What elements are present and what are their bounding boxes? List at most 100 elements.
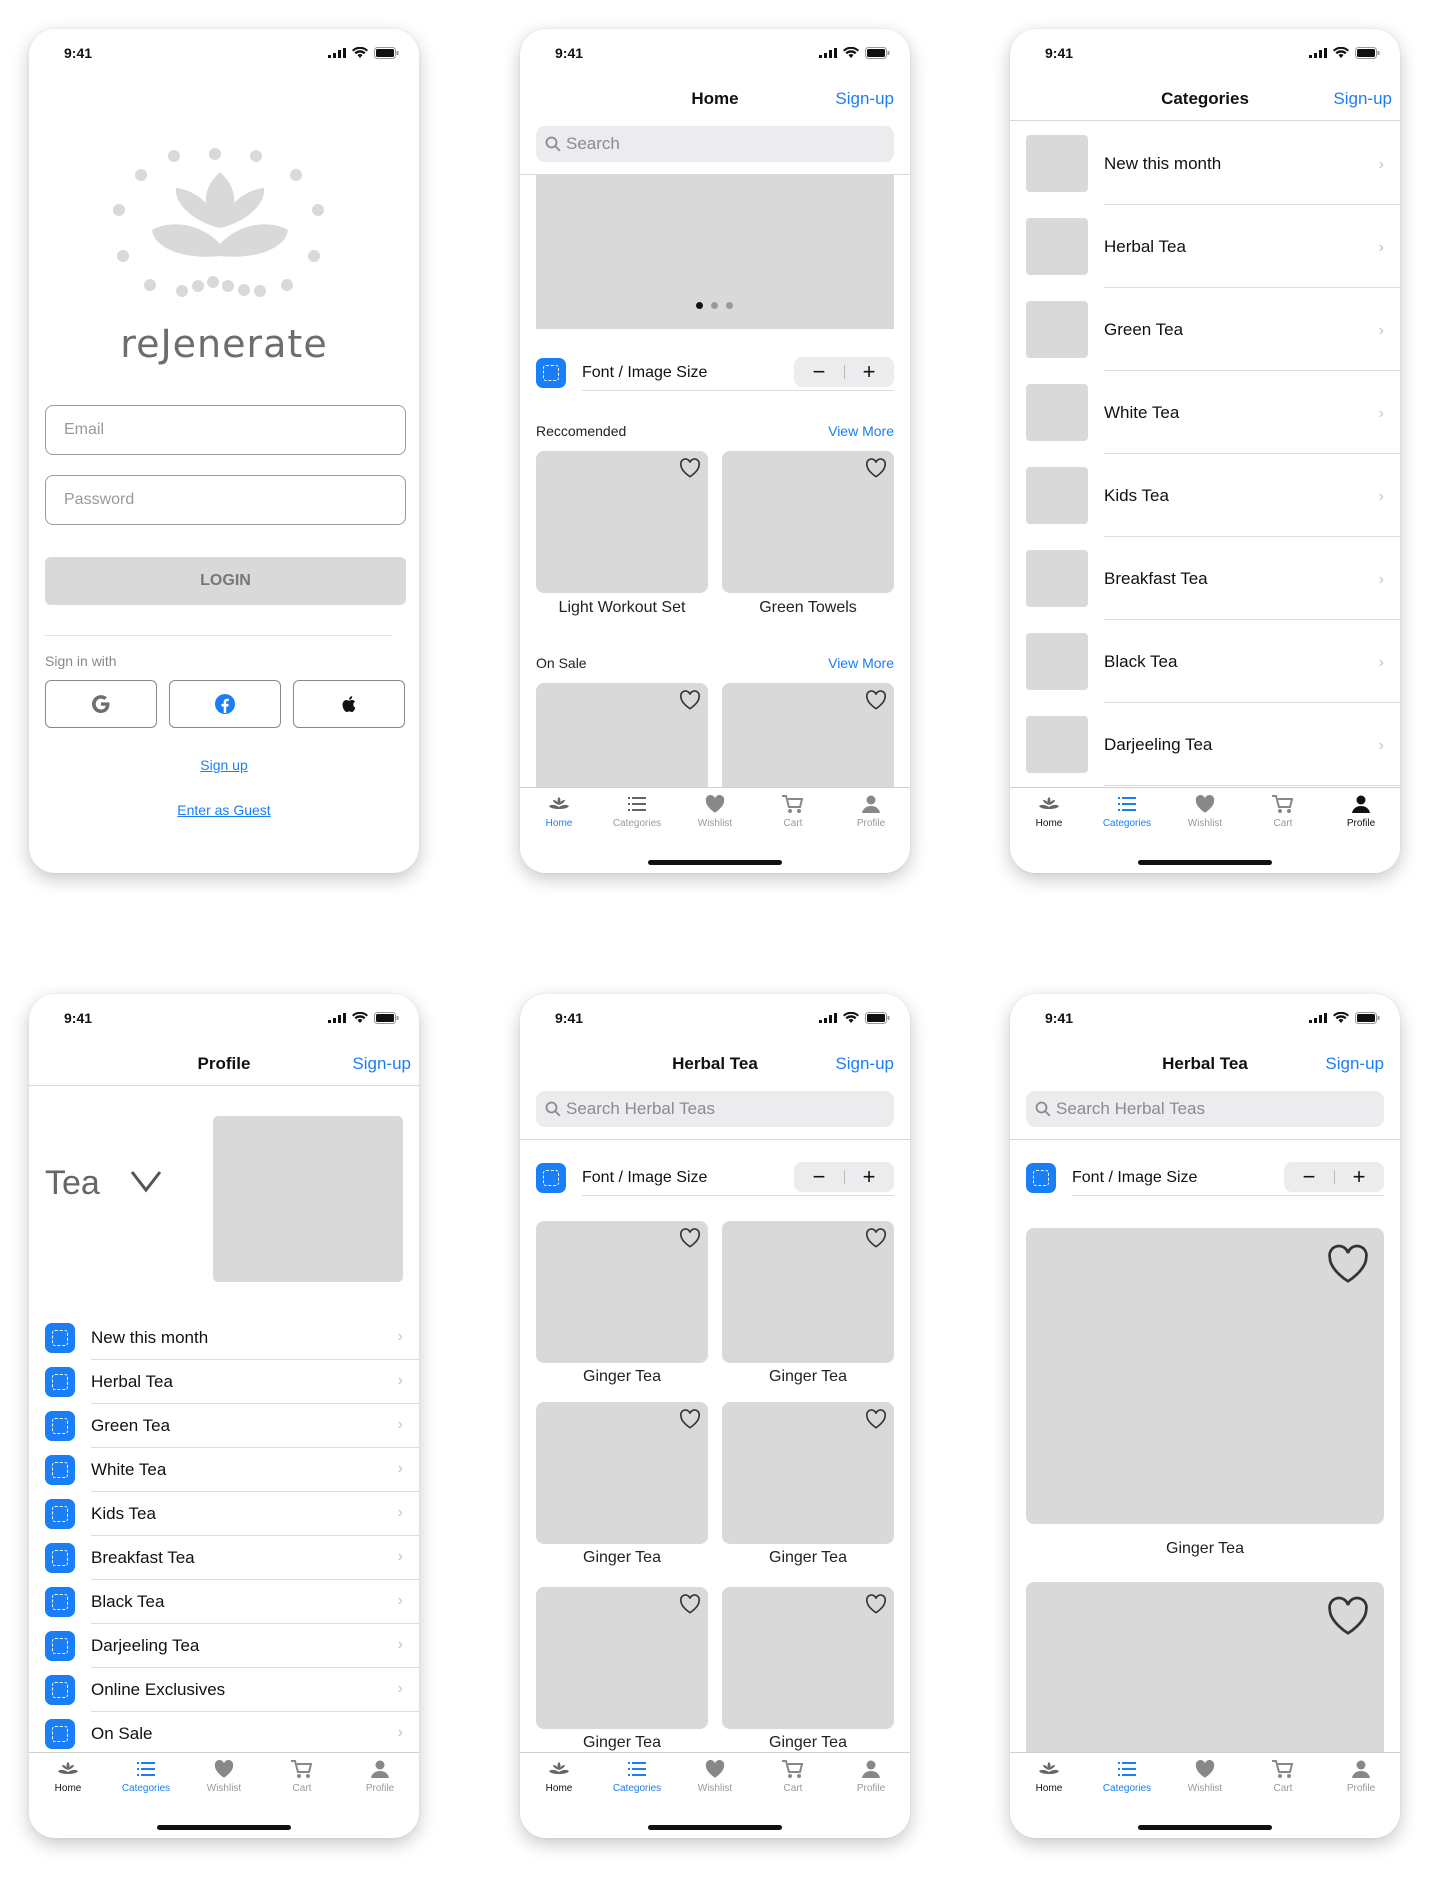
guest-link[interactable]: Enter as Guest xyxy=(29,802,419,818)
tab-home[interactable]: Home xyxy=(1010,794,1088,829)
tab-wishlist[interactable]: Wishlist xyxy=(676,1759,754,1794)
tab-profile[interactable]: Profile xyxy=(341,1759,419,1794)
heart-icon[interactable] xyxy=(679,1594,701,1614)
category-selector-label[interactable]: Tea xyxy=(45,1164,100,1203)
heart-icon[interactable] xyxy=(679,1409,701,1429)
profile-list-item[interactable]: Herbal Tea › xyxy=(29,1360,419,1404)
signup-button[interactable]: Sign-up xyxy=(1333,89,1392,109)
category-row[interactable]: White Tea › xyxy=(1010,371,1400,454)
heart-icon[interactable] xyxy=(865,690,887,710)
tab-profile[interactable]: Profile xyxy=(1322,1759,1400,1794)
category-row[interactable]: Herbal Tea › xyxy=(1010,205,1400,288)
product-card[interactable] xyxy=(536,1402,708,1544)
banner-carousel[interactable] xyxy=(536,174,894,329)
tab-profile[interactable]: Profile xyxy=(1322,794,1400,829)
search-input[interactable]: Search Herbal Teas xyxy=(1026,1091,1384,1127)
heart-icon[interactable] xyxy=(865,1594,887,1614)
tab-cart[interactable]: Cart xyxy=(1244,1759,1322,1794)
product-card-large[interactable] xyxy=(1026,1228,1384,1524)
item-icon xyxy=(45,1719,75,1749)
product-card[interactable] xyxy=(722,1402,894,1544)
category-row[interactable]: New this month › xyxy=(1010,122,1400,205)
google-signin-button[interactable] xyxy=(45,680,157,728)
on-sale-view-more[interactable]: View More xyxy=(828,655,894,671)
tab-home[interactable]: Home xyxy=(1010,1759,1088,1794)
heart-icon[interactable] xyxy=(679,690,701,710)
tab-categories[interactable]: Categories xyxy=(1088,794,1166,829)
signup-button[interactable]: Sign-up xyxy=(835,1054,894,1074)
increase-button[interactable]: + xyxy=(844,359,894,385)
increase-button[interactable]: + xyxy=(844,1164,894,1190)
heart-icon[interactable] xyxy=(865,1228,887,1248)
tab-wishlist[interactable]: Wishlist xyxy=(676,794,754,829)
email-field[interactable]: Email xyxy=(45,405,406,455)
category-row[interactable]: Black Tea › xyxy=(1010,620,1400,703)
tab-wishlist[interactable]: Wishlist xyxy=(185,1759,263,1794)
tab-home[interactable]: Home xyxy=(29,1759,107,1794)
heart-icon[interactable] xyxy=(865,458,887,478)
category-row[interactable]: Breakfast Tea › xyxy=(1010,537,1400,620)
decrease-button[interactable]: − xyxy=(794,359,844,385)
login-button[interactable]: LOGIN xyxy=(45,557,406,605)
recommended-view-more[interactable]: View More xyxy=(828,423,894,439)
heart-icon[interactable] xyxy=(1326,1596,1370,1636)
signup-button[interactable]: Sign-up xyxy=(1325,1054,1384,1074)
tab-profile[interactable]: Profile xyxy=(832,794,910,829)
product-card[interactable] xyxy=(722,683,894,793)
tab-categories[interactable]: Categories xyxy=(107,1759,185,1794)
tab-cart[interactable]: Cart xyxy=(1244,794,1322,829)
carousel-dot[interactable] xyxy=(711,302,718,309)
heart-icon[interactable] xyxy=(1326,1244,1370,1284)
category-row[interactable]: Green Tea › xyxy=(1010,288,1400,371)
increase-button[interactable]: + xyxy=(1334,1164,1384,1190)
category-row[interactable]: Darjeeling Tea › xyxy=(1010,703,1400,786)
tab-home[interactable]: Home xyxy=(520,794,598,829)
product-card[interactable] xyxy=(722,1221,894,1363)
decrease-button[interactable]: − xyxy=(794,1164,844,1190)
tab-cart[interactable]: Cart xyxy=(263,1759,341,1794)
signup-button[interactable]: Sign-up xyxy=(352,1054,411,1074)
heart-icon[interactable] xyxy=(679,1228,701,1248)
profile-list-item[interactable]: White Tea › xyxy=(29,1448,419,1492)
chevron-down-icon[interactable] xyxy=(129,1168,163,1194)
carousel-dot-active[interactable] xyxy=(696,302,703,309)
profile-list-item[interactable]: Green Tea › xyxy=(29,1404,419,1448)
tab-categories[interactable]: Categories xyxy=(598,794,676,829)
signup-link[interactable]: Sign up xyxy=(29,757,419,773)
tab-profile[interactable]: Profile xyxy=(832,1759,910,1794)
search-input[interactable]: Search Herbal Teas xyxy=(536,1091,894,1127)
heart-icon[interactable] xyxy=(865,1409,887,1429)
profile-list-item[interactable]: On Sale › xyxy=(29,1712,419,1756)
tab-categories[interactable]: Categories xyxy=(1088,1759,1166,1794)
carousel-dot[interactable] xyxy=(726,302,733,309)
profile-list-item[interactable]: Breakfast Tea › xyxy=(29,1536,419,1580)
product-card[interactable] xyxy=(536,1221,708,1363)
product-card[interactable] xyxy=(536,451,708,593)
profile-list-item[interactable]: Black Tea › xyxy=(29,1580,419,1624)
product-card[interactable] xyxy=(536,683,708,793)
tab-cart[interactable]: Cart xyxy=(754,794,832,829)
tab-wishlist[interactable]: Wishlist xyxy=(1166,794,1244,829)
carousel-dots[interactable] xyxy=(696,302,733,309)
profile-list-item[interactable]: Kids Tea › xyxy=(29,1492,419,1536)
profile-list-item[interactable]: Online Exclusives › xyxy=(29,1668,419,1712)
password-field[interactable]: Password xyxy=(45,475,406,525)
product-card[interactable] xyxy=(722,1587,894,1729)
profile-list-item[interactable]: Darjeeling Tea › xyxy=(29,1624,419,1668)
decrease-button[interactable]: − xyxy=(1284,1164,1334,1190)
tab-wishlist[interactable]: Wishlist xyxy=(1166,1759,1244,1794)
signup-button[interactable]: Sign-up xyxy=(835,89,894,109)
tab-categories[interactable]: Categories xyxy=(598,1759,676,1794)
category-row[interactable]: Kids Tea › xyxy=(1010,454,1400,537)
product-card[interactable] xyxy=(536,1587,708,1729)
heart-icon[interactable] xyxy=(679,458,701,478)
tab-home[interactable]: Home xyxy=(520,1759,598,1794)
google-icon xyxy=(92,695,110,713)
profile-list-item[interactable]: New this month › xyxy=(29,1316,419,1360)
tab-cart[interactable]: Cart xyxy=(754,1759,832,1794)
facebook-signin-button[interactable] xyxy=(169,680,281,728)
search-input[interactable]: Search xyxy=(536,126,894,162)
apple-signin-button[interactable] xyxy=(293,680,405,728)
product-card[interactable] xyxy=(722,451,894,593)
product-card-large[interactable] xyxy=(1026,1582,1384,1762)
